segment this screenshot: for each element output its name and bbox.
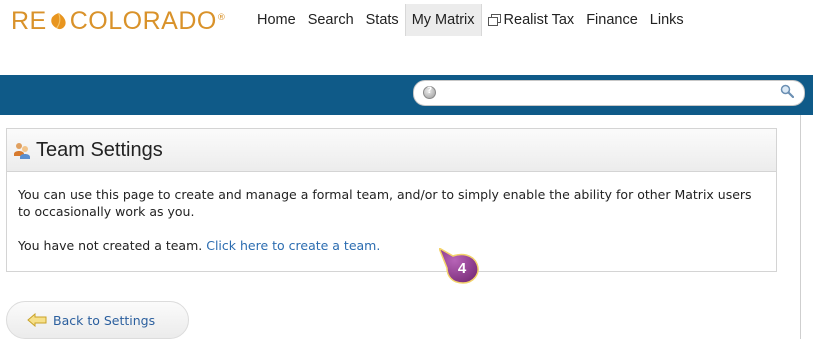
registered-mark: ® bbox=[216, 13, 226, 23]
status-line: You have not created a team. Click here … bbox=[18, 237, 776, 254]
nav-search-label: Search bbox=[307, 12, 354, 28]
team-settings-panel: Team Settings You can use this page to c… bbox=[6, 128, 777, 272]
logo-text-colorado: COLORADO bbox=[69, 6, 217, 35]
nav-realist-tax[interactable]: Realist Tax bbox=[482, 4, 581, 36]
nav-search[interactable]: Search bbox=[302, 4, 360, 36]
status-text: You have not created a team. bbox=[18, 238, 203, 253]
back-arrow-icon bbox=[27, 313, 47, 327]
page-divider-line bbox=[800, 115, 801, 339]
nav-home-label: Home bbox=[257, 12, 296, 28]
panel-body: You can use this page to create and mana… bbox=[7, 172, 776, 254]
nav-my-matrix-label: My Matrix bbox=[411, 12, 475, 28]
nav-realist-tax-label: Realist Tax bbox=[503, 12, 575, 28]
external-window-icon bbox=[487, 14, 501, 26]
aspen-leaf-icon bbox=[50, 12, 66, 29]
logo-text-re: RE bbox=[11, 6, 47, 35]
team-icon bbox=[14, 143, 30, 159]
nav-links[interactable]: Links bbox=[644, 4, 690, 36]
nav-home[interactable]: Home bbox=[251, 4, 302, 36]
back-button-label: Back to Settings bbox=[53, 312, 156, 328]
help-icon[interactable] bbox=[423, 86, 436, 99]
nav-stats[interactable]: Stats bbox=[360, 4, 405, 36]
nav-my-matrix[interactable]: My Matrix bbox=[404, 4, 482, 36]
nav-links-label: Links bbox=[649, 12, 684, 28]
magnifier-icon[interactable] bbox=[780, 84, 794, 98]
nav-stats-label: Stats bbox=[365, 12, 399, 28]
nav-finance[interactable]: Finance bbox=[580, 4, 644, 36]
description-text: You can use this page to create and mana… bbox=[18, 187, 752, 219]
back-to-settings-button[interactable]: Back to Settings bbox=[6, 301, 189, 339]
page-title: Team Settings bbox=[36, 138, 163, 161]
create-team-link[interactable]: Click here to create a team. bbox=[206, 238, 380, 253]
recolorado-logo[interactable]: RE COLORADO ® bbox=[11, 7, 226, 35]
search-input[interactable] bbox=[413, 80, 805, 106]
nav-finance-label: Finance bbox=[586, 12, 638, 28]
main-nav: Home Search Stats My Matrix Realist Tax … bbox=[251, 4, 690, 36]
step-number: 4 bbox=[457, 260, 467, 277]
panel-header: Team Settings bbox=[7, 129, 776, 172]
